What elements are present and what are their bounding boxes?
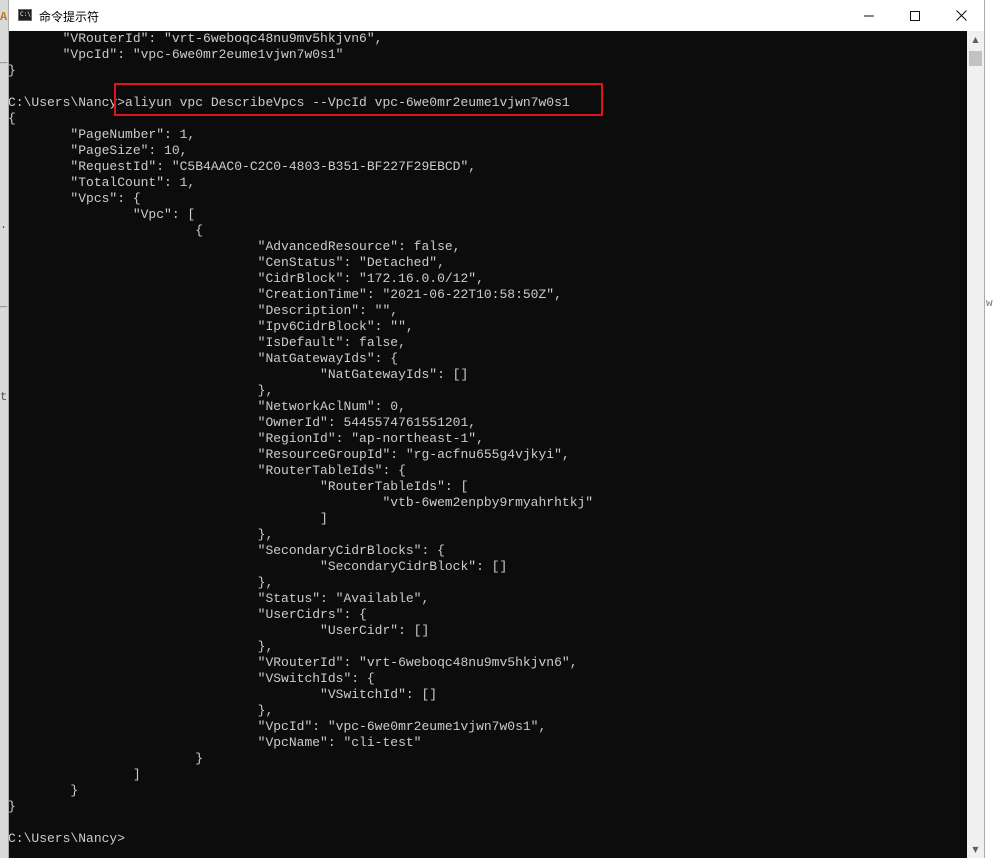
console-line: "NetworkAclNum": 0, bbox=[9, 399, 406, 414]
console-line: "NatGatewayIds": [] bbox=[9, 367, 469, 382]
minimize-button[interactable] bbox=[846, 0, 892, 31]
console-line: "Status": "Available", bbox=[9, 591, 430, 606]
maximize-icon bbox=[910, 10, 920, 21]
title-bar[interactable]: C:\ 命令提示符 bbox=[9, 0, 984, 31]
background-text-fragment: _ bbox=[0, 52, 8, 66]
console-line: "VRouterId": "vrt-6weboqc48nu9mv5hkjvn6"… bbox=[9, 655, 578, 670]
cmd-icon-label: C:\ bbox=[20, 11, 31, 18]
console-line: "Ipv6CidrBlock": "", bbox=[9, 319, 414, 334]
console-line: "VSwitchId": [] bbox=[9, 687, 438, 702]
console-line: "CreationTime": "2021-06-22T10:58:50Z", bbox=[9, 287, 562, 302]
console-line: { bbox=[9, 111, 16, 126]
console-line: }, bbox=[9, 575, 274, 590]
console-line: "RegionId": "ap-northeast-1", bbox=[9, 431, 484, 446]
console-line: "Vpc": [ bbox=[9, 207, 196, 222]
background-window-edge bbox=[0, 0, 8, 858]
background-text-fragment: w bbox=[986, 298, 993, 310]
background-text-fragment: A bbox=[0, 10, 8, 24]
console-line: ] bbox=[9, 511, 328, 526]
close-button[interactable] bbox=[938, 0, 984, 31]
close-icon bbox=[955, 10, 967, 21]
console-line: "OwnerId": 5445574761551201, bbox=[9, 415, 477, 430]
console-line: "PageNumber": 1, bbox=[9, 127, 196, 142]
console-line: "IsDefault": false, bbox=[9, 335, 406, 350]
console-line: "RouterTableIds": { bbox=[9, 463, 406, 478]
cmd-icon: C:\ bbox=[18, 9, 32, 21]
console-line: }, bbox=[9, 703, 274, 718]
console-line: "NatGatewayIds": { bbox=[9, 351, 399, 366]
scroll-up-arrow-icon[interactable]: ▲ bbox=[967, 31, 984, 48]
console-line: C:\Users\Nancy> bbox=[9, 831, 126, 846]
console-line: "Description": "", bbox=[9, 303, 399, 318]
console-line: { bbox=[9, 223, 204, 238]
console-line: } bbox=[9, 783, 79, 798]
console-line: "PageSize": 10, bbox=[9, 143, 188, 158]
console-line: "UserCidr": [] bbox=[9, 623, 430, 638]
maximize-button[interactable] bbox=[892, 0, 938, 31]
console-line: "TotalCount": 1, bbox=[9, 175, 196, 190]
console-line: } bbox=[9, 751, 204, 766]
console-line: }, bbox=[9, 527, 274, 542]
console-line: ] bbox=[9, 767, 141, 782]
console-line: "Vpcs": { bbox=[9, 191, 141, 206]
minimize-icon bbox=[864, 15, 874, 16]
console-line: "VpcId": "vpc-6we0mr2eume1vjwn7w0s1" bbox=[9, 47, 344, 62]
console-line: "RouterTableIds": [ bbox=[9, 479, 469, 494]
console-text: "VRouterId": "vrt-6weboqc48nu9mv5hkjvn6"… bbox=[9, 31, 593, 847]
console-line: "ResourceGroupId": "rg-acfnu655g4vjkyi", bbox=[9, 447, 570, 462]
console-line: "VpcId": "vpc-6we0mr2eume1vjwn7w0s1", bbox=[9, 719, 547, 734]
console-line: } bbox=[9, 63, 16, 78]
console-line: "vtb-6wem2enpby9rmyahrhtkj" bbox=[9, 495, 594, 510]
console-line: "CenStatus": "Detached", bbox=[9, 255, 445, 270]
console-line: }, bbox=[9, 639, 274, 654]
console-line: "SecondaryCidrBlocks": { bbox=[9, 543, 445, 558]
console-line: } bbox=[9, 799, 16, 814]
scroll-thumb[interactable] bbox=[969, 51, 982, 66]
console-line: "AdvancedResource": false, bbox=[9, 239, 461, 254]
console-line: }, bbox=[9, 383, 274, 398]
console-line: "VRouterId": "vrt-6weboqc48nu9mv5hkjvn6"… bbox=[9, 31, 383, 46]
window-title: 命令提示符 bbox=[39, 10, 100, 24]
console-line: "VpcName": "cli-test" bbox=[9, 735, 422, 750]
console-line: "UserCidrs": { bbox=[9, 607, 367, 622]
command-prompt-window[interactable]: C:\ 命令提示符 "VRouterId": "vrt-6weboqc48nu9… bbox=[8, 0, 985, 858]
scroll-down-arrow-icon[interactable]: ▼ bbox=[967, 841, 984, 858]
console-line: "SecondaryCidrBlock": [] bbox=[9, 559, 508, 574]
console-line: "VSwitchIds": { bbox=[9, 671, 375, 686]
console-line: "RequestId": "C5B4AAC0-C2C0-4803-B351-BF… bbox=[9, 159, 477, 174]
console-output[interactable]: "VRouterId": "vrt-6weboqc48nu9mv5hkjvn6"… bbox=[9, 31, 967, 858]
vertical-scrollbar[interactable]: ▲ ▼ bbox=[967, 31, 984, 858]
console-line: "CidrBlock": "172.16.0.0/12", bbox=[9, 271, 484, 286]
console-line: C:\Users\Nancy>aliyun vpc DescribeVpcs -… bbox=[9, 95, 570, 110]
